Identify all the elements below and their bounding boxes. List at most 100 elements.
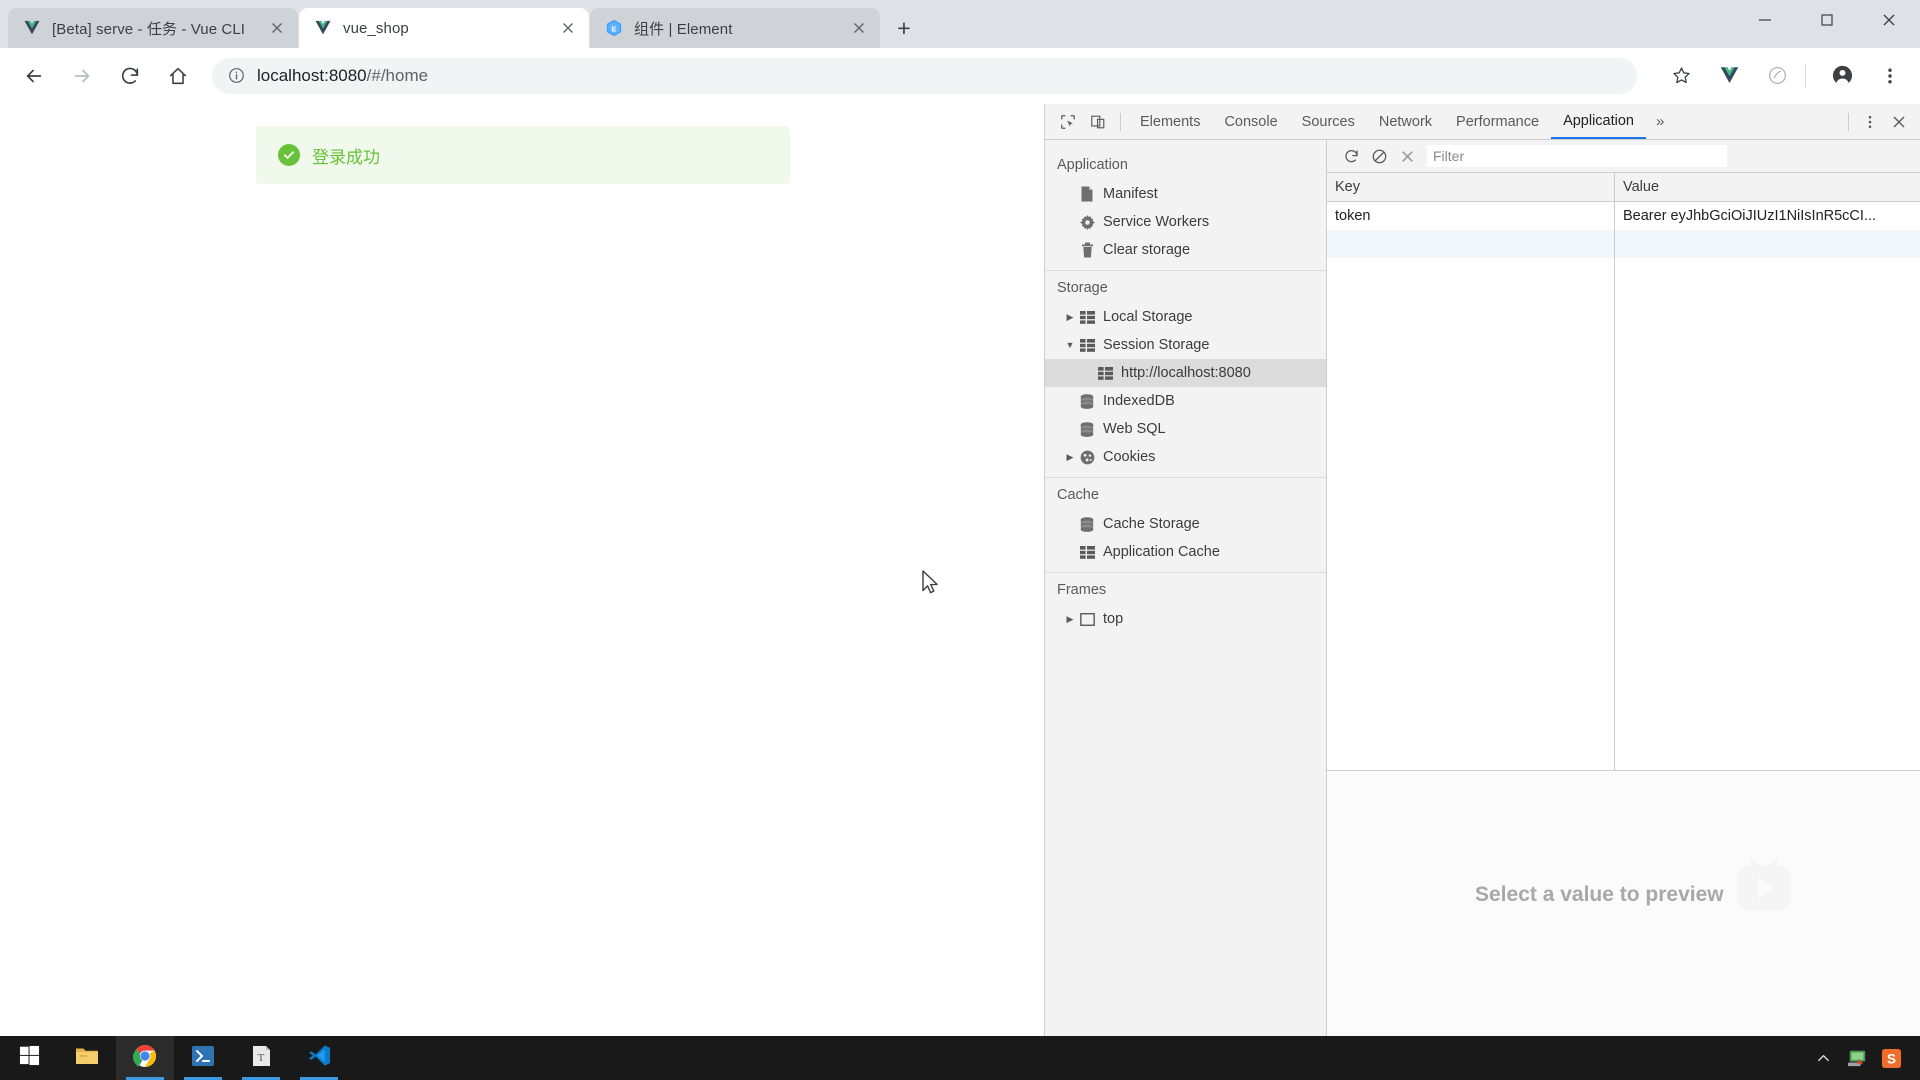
sidebar-group-title-frames: Frames [1057,582,1107,598]
sidebar-item-cookies[interactable]: ▶ Cookies [1045,443,1326,471]
chevron-right-icon[interactable]: ▶ [1063,614,1077,625]
devtools-tab-network[interactable]: Network [1367,104,1444,139]
devtools-divider-right [1848,112,1849,131]
browser-tab-title: [Beta] serve - 任务 - Vue CLI [52,20,246,38]
storage-row-value[interactable]: Bearer eyJhbGciOiJIUzI1NiIsInR5cCI... [1615,202,1920,230]
filter-input[interactable] [1427,145,1727,167]
sidebar-item-session-storage[interactable]: ▼ Session Storage [1045,331,1326,359]
devtools-tab-elements[interactable]: Elements [1128,104,1212,139]
taskbar-item-powershell[interactable] [174,1036,232,1080]
column-header-key[interactable]: Key [1327,173,1615,201]
inspect-element-icon[interactable] [1053,108,1083,136]
storage-row-key[interactable]: token [1327,202,1615,230]
storage-table-empty-area [1327,258,1920,771]
devtools-tab-application[interactable]: Application [1551,104,1646,139]
vue-logo-icon [22,18,42,38]
sidebar-item-http-localhost-8080[interactable]: ▶http://localhost:8080 [1045,359,1326,387]
sidebar-item-manifest[interactable]: ▶Manifest [1045,180,1326,208]
chevron-up-icon[interactable] [1806,1036,1840,1080]
tabstrip: [Beta] serve - 任务 - Vue CLI vue_shop E 组件 |… [0,0,881,48]
storage-new-row-value[interactable] [1615,230,1920,258]
chevron-right-icon[interactable]: ▶ [1063,452,1077,463]
device-toolbar-icon[interactable] [1083,108,1113,136]
column-header-value[interactable]: Value [1615,173,1920,201]
folder-icon [75,1045,99,1071]
sidebar-item-local-storage[interactable]: ▶ Local Storage [1045,303,1326,331]
sidebar-item-top[interactable]: ▶ top [1045,605,1326,633]
windows-taskbar: T S [0,1036,1920,1080]
sidebar-item-cache-storage[interactable]: ▶Cache Storage [1045,510,1326,538]
system-tray: S [1806,1036,1920,1080]
devtools-tabbar-actions [1841,112,1920,131]
storage-table-body: token Bearer eyJhbGciOiJIUzI1NiIsInR5cCI.… [1327,202,1920,258]
close-devtools-icon[interactable] [1884,115,1914,129]
extension-icon[interactable] [1757,56,1797,96]
sidebar-item-application-cache[interactable]: ▶Application Cache [1045,538,1326,566]
reload-button[interactable] [110,56,150,96]
devtools-overflow-button[interactable]: » [1646,113,1674,130]
taskbar-item-typora[interactable]: T [232,1036,290,1080]
sidebar-item-label: Local Storage [1103,309,1193,325]
network-monitor-icon[interactable] [1840,1036,1874,1080]
screen: [Beta] serve - 任务 - Vue CLI vue_shop E 组件 |… [0,0,1920,1080]
taskbar-item-vscode[interactable] [290,1036,348,1080]
browser-tab-1[interactable]: [Beta] serve - 任务 - Vue CLI [8,8,298,48]
sidebar-item-label: Cookies [1103,449,1156,465]
browser-tab-2[interactable]: vue_shop [299,8,589,48]
devtools-tab-sources[interactable]: Sources [1290,104,1367,139]
sidebar-item-label: Session Storage [1103,337,1210,353]
value-preview-pane: Select a value to preview [1327,771,1920,1036]
sidebar-item-service-workers[interactable]: ▶Service Workers [1045,208,1326,236]
forward-button[interactable] [62,56,102,96]
sidebar-item-label: http://localhost:8080 [1121,365,1251,381]
browser-tab-title: 组件 | Element [634,20,733,38]
chevron-down-icon[interactable]: ▼ [1063,340,1077,350]
browser-tab-close-icon[interactable] [266,17,288,39]
element-logo-icon: E [604,18,624,38]
minimize-button[interactable] [1734,0,1796,40]
site-info-icon[interactable] [228,67,245,84]
sidebar-item-web-sql[interactable]: ▶Web SQL [1045,415,1326,443]
vue-extension-icon[interactable] [1709,56,1749,96]
storage-new-row-key[interactable] [1327,230,1615,258]
storage-table-new-row[interactable] [1327,230,1920,258]
refresh-icon[interactable] [1337,143,1365,169]
close-window-button[interactable] [1858,0,1920,40]
database-icon [1077,393,1097,409]
table-grid-icon [1077,338,1097,352]
new-tab-button[interactable]: + [887,11,921,45]
toolbar-actions [1647,56,1920,96]
browser-toolbar: localhost:8080/#/home [0,48,1920,104]
delete-selected-icon[interactable] [1393,143,1421,169]
back-button[interactable] [14,56,54,96]
browser-tab-3[interactable]: E 组件 | Element [590,8,880,48]
star-icon[interactable] [1661,56,1701,96]
browser-tab-close-icon[interactable] [848,17,870,39]
svg-text:S: S [1887,1051,1896,1066]
devtools-tab-console[interactable]: Console [1212,104,1289,139]
taskbar-item-start-button[interactable] [0,1036,58,1080]
address-bar[interactable]: localhost:8080/#/home [212,57,1637,94]
profile-avatar-icon[interactable] [1822,56,1862,96]
maximize-button[interactable] [1796,0,1858,40]
taskbar-item-chrome[interactable] [116,1036,174,1080]
manifest-file-icon [1077,186,1097,202]
sidebar-item-indexeddb[interactable]: ▶IndexedDB [1045,387,1326,415]
sidebar-item-label: Application Cache [1103,544,1220,560]
windows-logo-icon [19,1045,40,1071]
sidebar-item-clear-storage[interactable]: ▶Clear storage [1045,236,1326,264]
preview-placeholder-text: Select a value to preview [1475,883,1724,906]
clear-all-icon[interactable] [1365,143,1393,169]
sogou-icon[interactable]: S [1874,1036,1908,1080]
devtools-panel: Elements Console Sources Network Performance… [1045,104,1920,1036]
powershell-icon [192,1045,214,1072]
devtools-tab-performance[interactable]: Performance [1444,104,1551,139]
home-button[interactable] [158,56,198,96]
taskbar-item-file-explorer[interactable] [58,1036,116,1080]
browser-tab-close-icon[interactable] [557,17,579,39]
storage-table-row[interactable]: token Bearer eyJhbGciOiJIUzI1NiIsInR5cCI.… [1327,202,1920,230]
chevron-right-icon[interactable]: ▶ [1063,312,1077,323]
vertical-dots-icon[interactable] [1856,114,1884,130]
three-dot-menu-icon[interactable] [1870,56,1910,96]
browser-tab-title: vue_shop [343,19,409,37]
